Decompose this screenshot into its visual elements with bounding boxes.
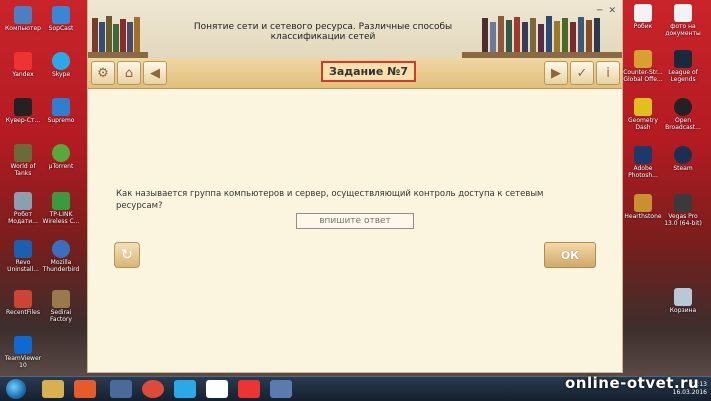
- desktop-icon-kuver[interactable]: Кувер-Ст...: [2, 98, 44, 124]
- home-button[interactable]: ⌂: [117, 61, 141, 85]
- desktop-icon-recycle-bin[interactable]: Корзина: [662, 288, 704, 314]
- kuver-icon: [14, 98, 32, 116]
- taskbar-chrome-icon[interactable]: [142, 380, 164, 398]
- question-text: Как называется группа компьютеров и серв…: [116, 189, 544, 211]
- wot-icon: [14, 144, 32, 162]
- checkmark-icon: ✓: [576, 65, 588, 81]
- task-number-label: Задание №7: [321, 61, 417, 82]
- window-controls: ─ ✕: [597, 6, 616, 16]
- hearthstone-icon: [634, 194, 652, 212]
- teamviewer-icon: [14, 336, 32, 354]
- taskbar-app-icon[interactable]: [238, 380, 260, 398]
- computer-icon: [14, 6, 32, 24]
- desktop-icon-vegas[interactable]: Vegas Pro 13.0 (64-bit): [662, 194, 704, 227]
- toolbar: ⚙ ⌂ ◀ Задание №7 ▶ ✓ i: [88, 58, 622, 89]
- sopcast-icon: [52, 6, 70, 24]
- taskbar-yandex-icon[interactable]: [206, 380, 228, 398]
- desktop-icon-hearthstone[interactable]: Hearthstone: [622, 194, 664, 220]
- arrow-right-icon: ▶: [551, 65, 561, 81]
- desktop-icon-recentfiles[interactable]: RecentFiles: [2, 290, 44, 316]
- taskbar-media-icon[interactable]: [74, 380, 96, 398]
- desktop-icon-robot[interactable]: Робот Модати...: [2, 192, 44, 225]
- bookshelf-left-image: [88, 0, 148, 58]
- desktop-icon-skype[interactable]: Skype: [40, 52, 82, 78]
- desktop-icon-yandex[interactable]: Yandex: [2, 52, 44, 78]
- arrow-left-icon: ◀: [150, 65, 160, 81]
- tplink-icon: [52, 192, 70, 210]
- desktop-icon-lol[interactable]: League of Legends: [662, 50, 704, 83]
- desktop-icon-teamviewer[interactable]: TeamViewer 10: [2, 336, 44, 369]
- desktop-icon-thunderbird[interactable]: Mozilla Thunderbird: [40, 240, 82, 273]
- next-button[interactable]: ▶: [544, 61, 568, 85]
- desktop-icon-factory[interactable]: Sedirai Factory: [40, 290, 82, 323]
- document-icon: [674, 4, 692, 22]
- supremo-icon: [52, 98, 70, 116]
- desktop-icon-steam[interactable]: Steam: [662, 146, 704, 172]
- taskbar-window-icon[interactable]: [270, 380, 292, 398]
- app-window: Понятие сети и сетевого ресурса. Различн…: [88, 0, 622, 372]
- settings-button[interactable]: ⚙: [91, 61, 115, 85]
- info-icon: i: [606, 65, 610, 81]
- desktop-icon-utorrent[interactable]: µTorrent: [40, 144, 82, 170]
- back-button[interactable]: ◀: [143, 61, 167, 85]
- obs-icon: [674, 98, 692, 116]
- csgo-icon: [634, 50, 652, 68]
- desktop-icon-obs[interactable]: Open Broadcast...: [662, 98, 704, 131]
- taskbar-skype-icon[interactable]: [174, 380, 196, 398]
- desktop-icon-computer[interactable]: Компьютер: [2, 6, 44, 32]
- watermark-text: online-otvet.ru: [565, 374, 700, 392]
- minimize-icon[interactable]: ─: [597, 6, 602, 16]
- taskbar-explorer-icon[interactable]: [42, 380, 64, 398]
- answer-input[interactable]: [296, 213, 414, 229]
- skype-icon: [52, 52, 70, 70]
- app-title: Понятие сети и сетевого ресурса. Различн…: [193, 22, 453, 42]
- photoshop-icon: [634, 146, 652, 164]
- close-icon[interactable]: ✕: [608, 6, 616, 16]
- desktop-icon-csgo[interactable]: Counter-Str... Global Offe...: [622, 50, 664, 83]
- refresh-icon: ↻: [121, 247, 133, 263]
- home-icon: ⌂: [124, 65, 134, 81]
- steam-icon: [674, 146, 692, 164]
- desktop-icon-photo[interactable]: фото на документы: [662, 4, 704, 37]
- utorrent-icon: [52, 144, 70, 162]
- desktop-icon-revo[interactable]: Revo Uninstall...: [2, 240, 44, 273]
- desktop-icon-photoshop[interactable]: Adobe Photosh...: [622, 146, 664, 179]
- yandex-icon: [14, 52, 32, 70]
- thunderbird-icon: [52, 240, 70, 258]
- recentfiles-icon: [14, 290, 32, 308]
- desktop-icon-geometrydash[interactable]: Geometry Dash: [622, 98, 664, 131]
- document-icon: [634, 4, 652, 22]
- vegas-icon: [674, 194, 692, 212]
- app-header: Понятие сети и сетевого ресурса. Различн…: [88, 0, 622, 58]
- taskbar-monitor-icon[interactable]: [110, 380, 132, 398]
- desktop-icon-robik[interactable]: Робик: [622, 4, 664, 30]
- desktop-icon-supremo[interactable]: Supremo: [40, 98, 82, 124]
- gear-icon: ⚙: [97, 65, 109, 81]
- robot-icon: [14, 192, 32, 210]
- start-button[interactable]: [6, 379, 26, 399]
- refresh-button[interactable]: ↻: [114, 242, 140, 268]
- factory-icon: [52, 290, 70, 308]
- geometrydash-icon: [634, 98, 652, 116]
- info-button[interactable]: i: [596, 61, 620, 85]
- lol-icon: [674, 50, 692, 68]
- desktop-icon-tplink[interactable]: TP-LINK Wireless C...: [40, 192, 82, 225]
- ok-button[interactable]: ОК: [544, 242, 596, 268]
- revo-icon: [14, 240, 32, 258]
- desktop-icon-wot[interactable]: World of Tanks: [2, 144, 44, 177]
- check-button[interactable]: ✓: [570, 61, 594, 85]
- recycle-bin-icon: [674, 288, 692, 306]
- desktop-icon-sopcast[interactable]: SopCast: [40, 6, 82, 32]
